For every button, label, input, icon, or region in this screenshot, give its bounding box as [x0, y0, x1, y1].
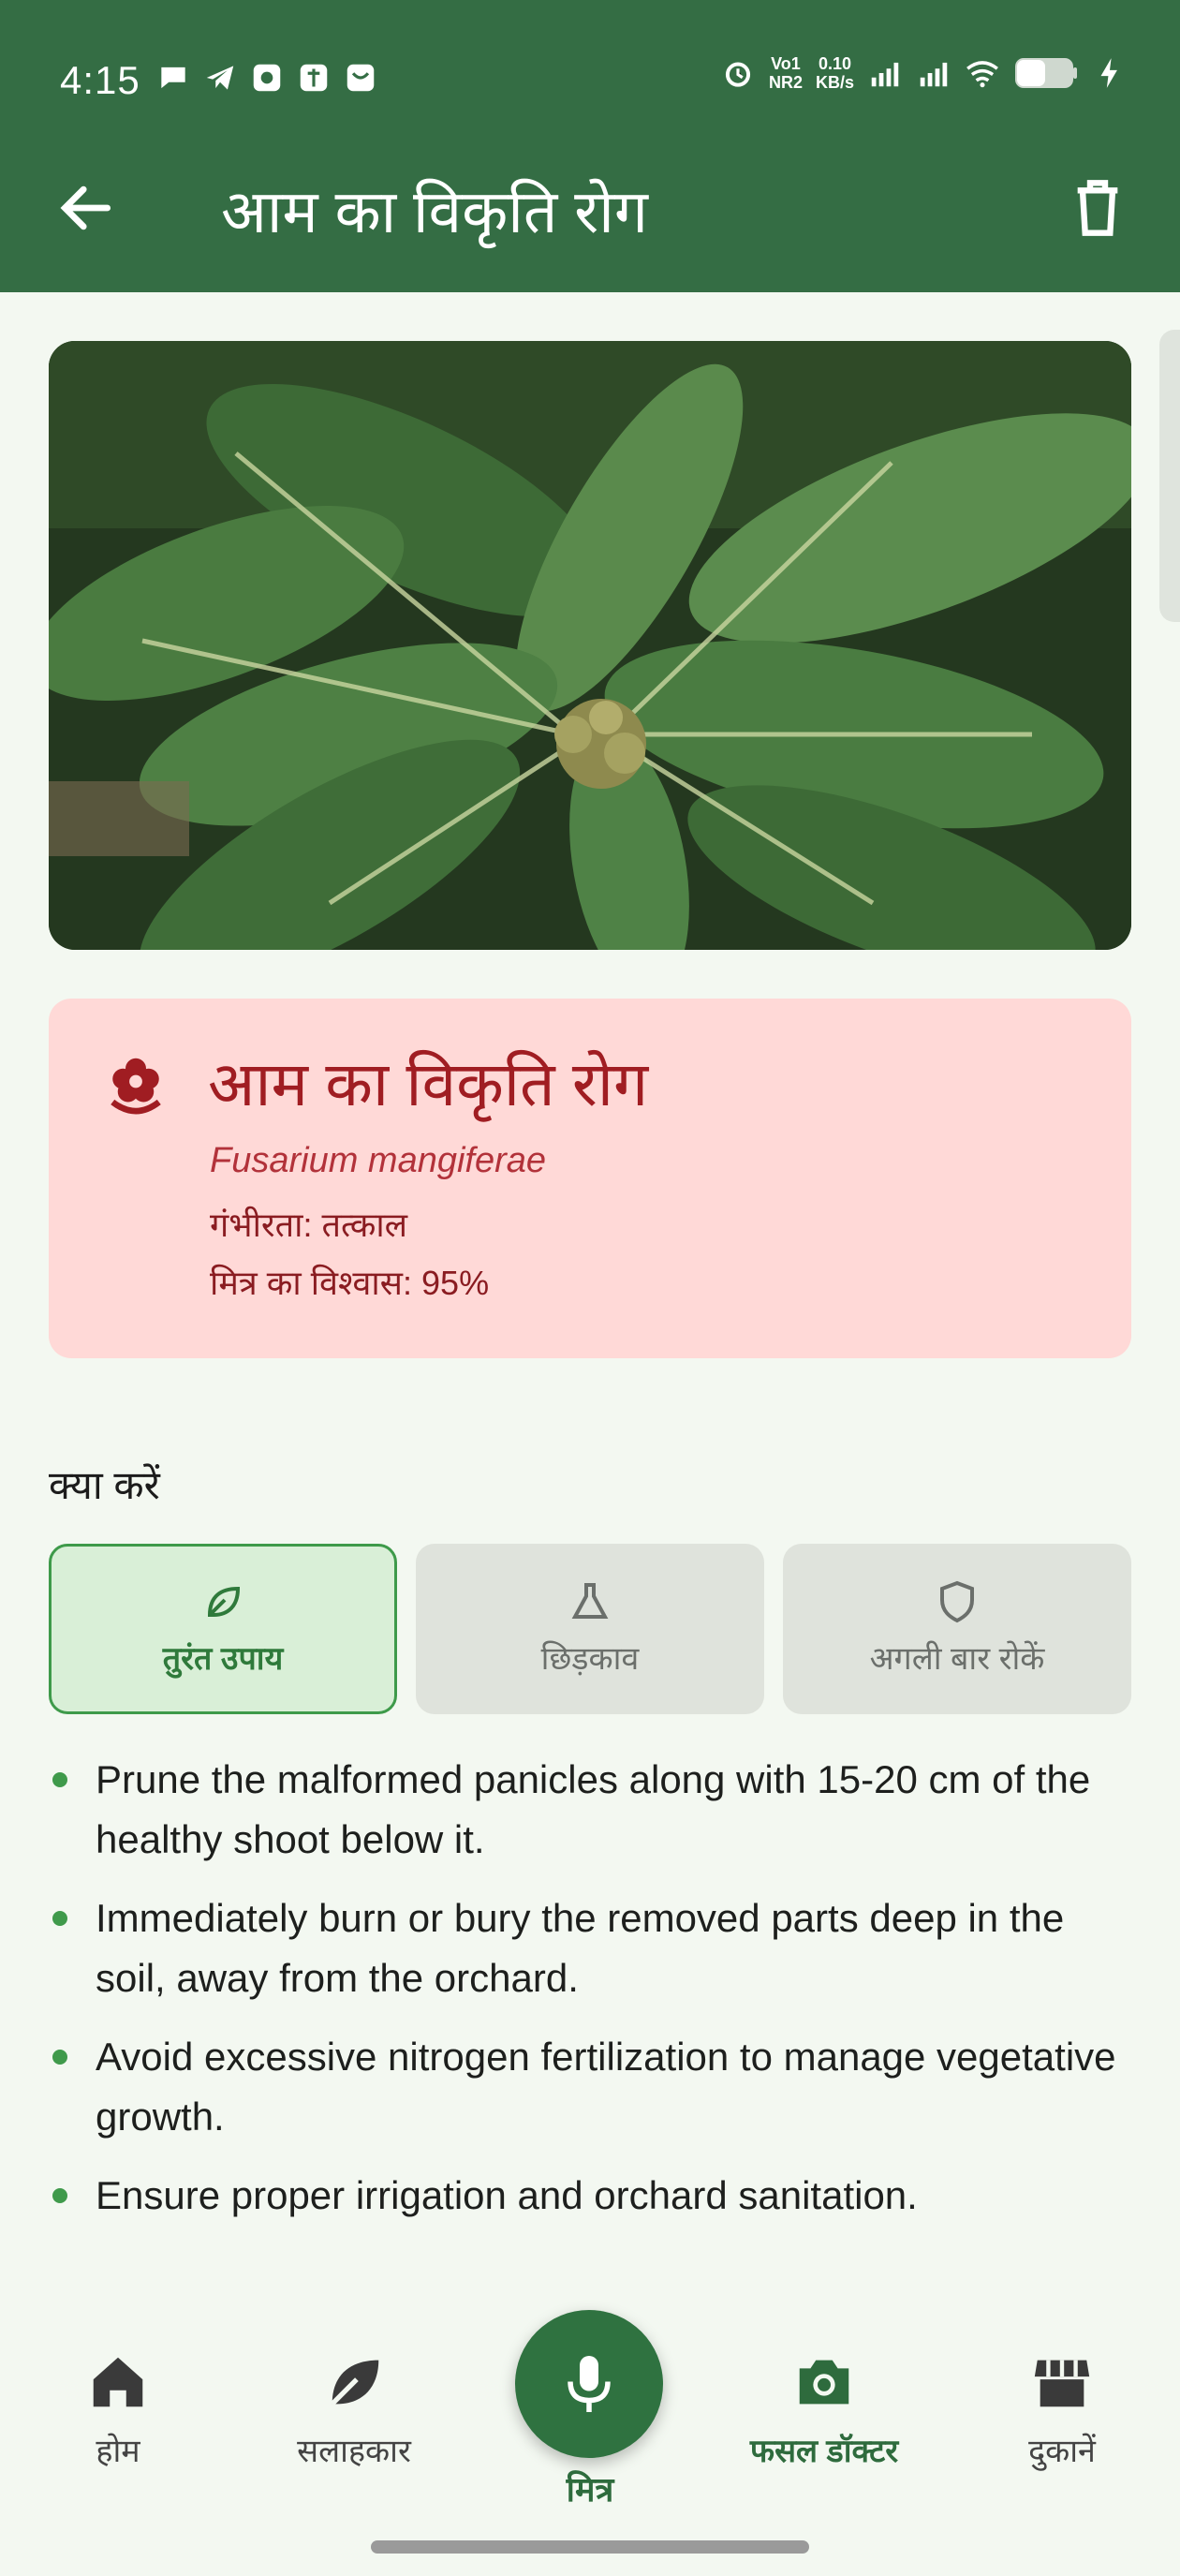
- telegram-icon: [206, 66, 234, 90]
- action-list: Prune the malformed panicles along with …: [49, 1750, 1131, 2244]
- flower-icon: [111, 1058, 161, 1115]
- disease-name: आम का विकृति रोग: [208, 1049, 649, 1118]
- severity-label: गंभीरता: तत्काल: [210, 1206, 408, 1244]
- flask-icon: [571, 1583, 609, 1619]
- list-item-text: Ensure proper irrigation and orchard san…: [96, 2173, 918, 2217]
- mitra-voice-button[interactable]: [515, 2310, 663, 2458]
- nav-shops[interactable]: दुकानें: [959, 2349, 1165, 2471]
- list-item-text: Avoid excessive nitrogen fertilization t…: [96, 2035, 1116, 2139]
- list-item: Ensure proper irrigation and orchard san…: [49, 2166, 1131, 2226]
- battery-icon: [1015, 58, 1077, 88]
- store-icon: [1034, 2360, 1090, 2407]
- leaf-icon: [207, 1586, 241, 1617]
- tab-label: छिड़काव: [540, 1641, 640, 1677]
- system-indicators: Vo1 NR2 0.10 KB/s: [720, 54, 1128, 92]
- list-item: Prune the malformed panicles along with …: [49, 1750, 1131, 1870]
- nav-label: फसल डॉक्टर: [749, 2434, 899, 2469]
- diagnosis-card: आम का विकृति रोग Fusarium mangiferae गंभ…: [49, 999, 1131, 1358]
- bullet-icon: [52, 1911, 67, 1926]
- mitra-label: मित्र: [566, 2470, 614, 2509]
- list-item-text: Prune the malformed panicles along with …: [96, 1757, 1091, 1861]
- confidence-label: मित्र का विश्वास: 95%: [210, 1264, 490, 1302]
- app-icon: [347, 64, 375, 92]
- bullet-icon: [52, 1772, 67, 1787]
- tab-immediate[interactable]: तुरंत उपाय: [49, 1544, 397, 1714]
- page-title: आम का विकृति रोग: [221, 178, 648, 245]
- shield-icon: [940, 1580, 974, 1623]
- wifi-icon: [966, 61, 998, 88]
- signal-icon: [871, 62, 899, 87]
- side-handle[interactable]: [1159, 330, 1180, 622]
- nav-label: सलाहकार: [297, 2434, 411, 2469]
- camera-icon: [799, 2360, 849, 2405]
- list-item-text: Immediately burn or bury the removed par…: [96, 1896, 1065, 2000]
- action-tabs: तुरंत उपाय छिड़काव अगली बार रोकें: [49, 1544, 1131, 1714]
- network-type: Vo1 NR2: [768, 54, 803, 92]
- scientific-name: Fusarium mangiferae: [210, 1141, 547, 1180]
- section-heading: क्या करें: [49, 1463, 160, 1507]
- back-arrow-icon[interactable]: [54, 176, 118, 240]
- charging-icon: [1100, 58, 1117, 88]
- delete-icon[interactable]: [1068, 174, 1128, 242]
- nav-home[interactable]: होम: [15, 2349, 221, 2471]
- tab-prevent[interactable]: अगली बार रोकें: [783, 1544, 1131, 1714]
- nav-advisor[interactable]: सलाहकार: [251, 2349, 457, 2471]
- tab-spray[interactable]: छिड़काव: [416, 1544, 764, 1714]
- status-bar: 4:15 Vo1 NR2 0.10 KB/s: [0, 0, 1180, 159]
- status-time: 4:15: [60, 58, 140, 102]
- notification-icons: [155, 60, 378, 96]
- nav-label: दुकानें: [1028, 2434, 1096, 2469]
- alarm-icon: [725, 62, 751, 87]
- network-speed: 0.10 KB/s: [815, 54, 854, 92]
- list-item: Immediately burn or bury the removed par…: [49, 1888, 1131, 2008]
- home-indicator[interactable]: [371, 2540, 809, 2554]
- home-icon: [93, 2357, 143, 2407]
- list-item: Avoid excessive nitrogen fertilization t…: [49, 2027, 1131, 2147]
- app-icon: [300, 64, 328, 92]
- crop-photo: [49, 341, 1131, 950]
- bullet-icon: [52, 2188, 67, 2203]
- nav-crop-doctor[interactable]: फसल डॉक्टर: [721, 2349, 927, 2471]
- mic-icon: [568, 2356, 611, 2412]
- nav-label: होम: [96, 2434, 140, 2469]
- app-icon: [253, 64, 281, 92]
- app-header: 4:15 Vo1 NR2 0.10 KB/s आम का विकृति रोग: [0, 0, 1180, 292]
- chat-icon: [161, 67, 185, 89]
- tab-label: तुरंत उपाय: [162, 1641, 284, 1677]
- leaf-icon: [330, 2360, 379, 2406]
- tab-label: अगली बार रोकें: [869, 1641, 1045, 1677]
- bullet-icon: [52, 2050, 67, 2065]
- signal-icon: [920, 62, 948, 87]
